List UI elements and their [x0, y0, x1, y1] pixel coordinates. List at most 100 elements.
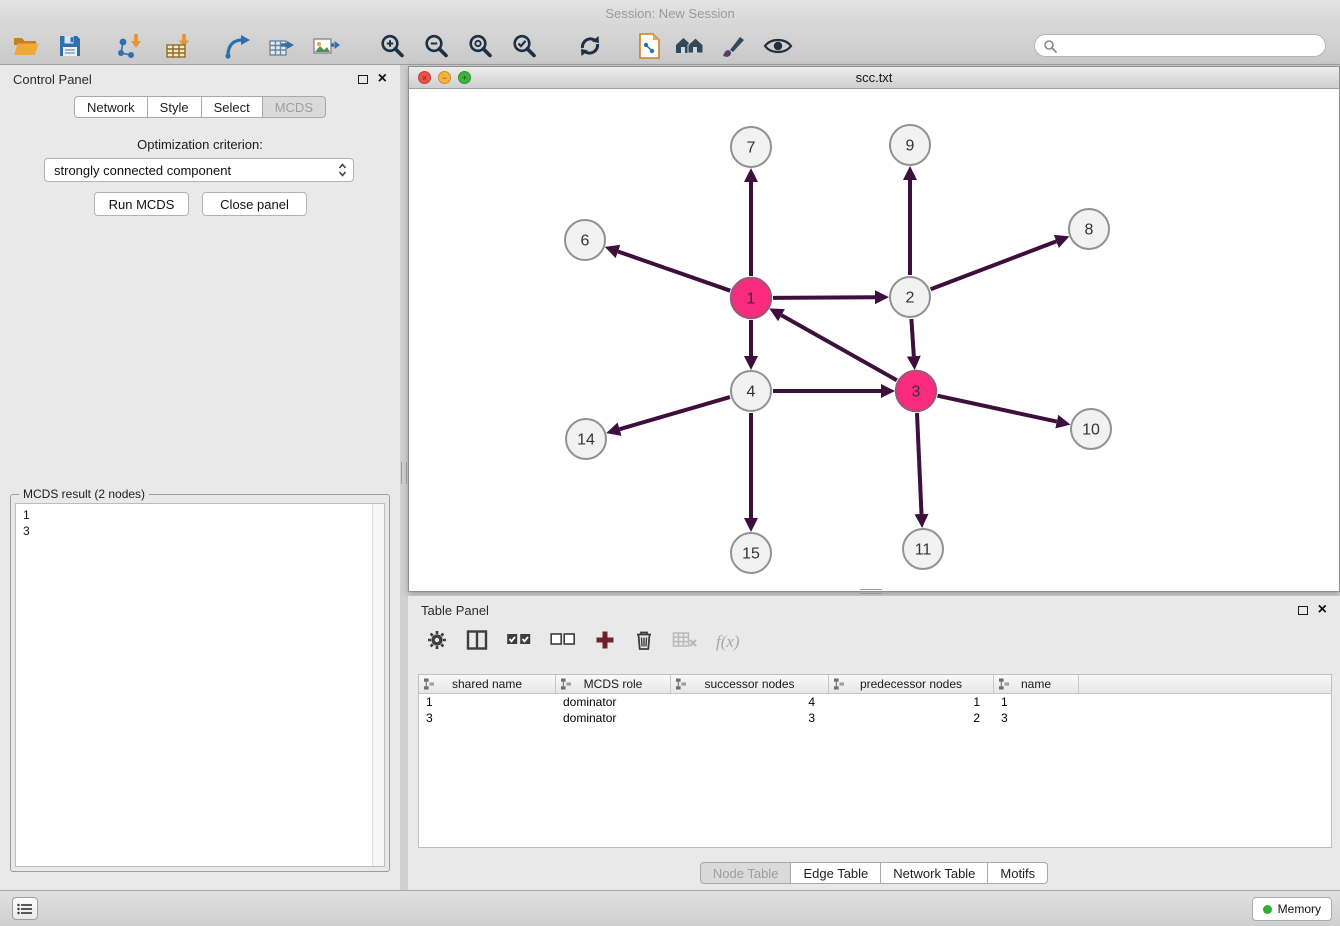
delete-table-button[interactable] [672, 630, 698, 655]
memory-button[interactable]: Memory [1252, 897, 1332, 921]
close-window-icon[interactable]: × [418, 71, 431, 84]
table-cell[interactable]: dominator [556, 710, 671, 726]
graph-edge-1-6[interactable] [618, 252, 730, 291]
network-canvas[interactable]: 7 9 6 8 1 2 4 3 14 10 15 11 [409, 89, 1339, 591]
table-tab-edge-table[interactable]: Edge Table [791, 862, 881, 884]
graph-node-8[interactable]: 8 [1069, 209, 1109, 249]
export-table-button[interactable] [266, 30, 298, 62]
graph-node-7[interactable]: 7 [731, 127, 771, 167]
tab-network[interactable]: Network [74, 96, 148, 118]
table-tab-motifs[interactable]: Motifs [988, 862, 1048, 884]
memory-label: Memory [1278, 902, 1321, 916]
search-box[interactable] [1034, 34, 1326, 57]
graphics-details-button[interactable] [762, 30, 794, 62]
export-network-button[interactable] [222, 30, 254, 62]
eye-icon [763, 35, 793, 57]
open-session-button[interactable] [10, 30, 42, 62]
mcds-result-text[interactable]: 1 3 [15, 503, 385, 867]
graph-edge-1-2[interactable] [773, 297, 875, 298]
tab-mcds[interactable]: MCDS [263, 96, 326, 118]
minimize-window-icon[interactable]: − [438, 71, 451, 84]
save-session-button[interactable] [54, 30, 86, 62]
graph-edge-3-11[interactable] [917, 413, 922, 514]
result-scrollbar[interactable] [372, 504, 384, 866]
run-mcds-button[interactable]: Run MCDS [94, 192, 189, 216]
table-cell[interactable]: 3 [994, 710, 1079, 726]
graph-edge-4-14[interactable] [620, 397, 730, 429]
function-builder-button[interactable]: f(x) [716, 632, 740, 652]
horizontal-splitter-grip[interactable] [860, 589, 882, 594]
graph-node-3[interactable]: 3 [896, 371, 936, 411]
table-tab-node-table[interactable]: Node Table [700, 862, 792, 884]
search-input[interactable] [1062, 39, 1317, 53]
column-header-predecessor-nodes[interactable]: predecessor nodes [829, 675, 994, 694]
zoom-window-icon[interactable]: + [458, 71, 471, 84]
graph-node-6[interactable]: 6 [565, 220, 605, 260]
open-folder-icon [12, 34, 40, 58]
delete-column-button[interactable] [634, 629, 654, 656]
zoom-fit-button[interactable] [464, 30, 496, 62]
show-columns-button[interactable] [466, 629, 488, 656]
search-icon [1043, 39, 1057, 53]
export-network-icon [224, 33, 252, 59]
graph-node-11[interactable]: 11 [903, 529, 943, 569]
status-list-button[interactable] [12, 897, 38, 920]
graph-node-2[interactable]: 2 [890, 277, 930, 317]
column-header-name[interactable]: name [994, 675, 1079, 694]
export-image-button[interactable] [310, 30, 342, 62]
graph-edge-2-8[interactable] [931, 241, 1057, 289]
zoom-in-button[interactable] [376, 30, 408, 62]
checked-boxes-icon [506, 630, 532, 650]
home-button[interactable] [674, 30, 706, 62]
zoom-selected-button[interactable] [508, 30, 540, 62]
table-cell[interactable]: 1 [419, 694, 556, 710]
close-panel-icon[interactable]: × [378, 73, 387, 85]
table-row[interactable]: 3dominator323 [419, 710, 1331, 726]
graph-node-14[interactable]: 14 [566, 419, 606, 459]
network-graph[interactable]: 7 9 6 8 1 2 4 3 14 10 15 11 [409, 89, 1339, 592]
graph-node-4[interactable]: 4 [731, 371, 771, 411]
table-cell[interactable]: dominator [556, 694, 671, 710]
deselect-all-button[interactable] [550, 630, 576, 655]
table-cell[interactable]: 4 [671, 694, 829, 710]
float-panel-icon[interactable] [358, 75, 368, 84]
table-cell[interactable]: 1 [829, 694, 994, 710]
control-panel-tabs: NetworkStyleSelectMCDS [0, 96, 400, 118]
close-table-panel-icon[interactable]: × [1318, 604, 1327, 616]
zoom-out-button[interactable] [420, 30, 452, 62]
graph-edge-3-10[interactable] [938, 396, 1057, 422]
paint-brush-icon [720, 33, 748, 59]
add-column-button[interactable] [594, 629, 616, 656]
table-tab-network-table[interactable]: Network Table [881, 862, 988, 884]
svg-text:15: 15 [742, 546, 760, 563]
import-network-button[interactable] [114, 30, 146, 62]
network-window-titlebar[interactable]: scc.txt × − + [409, 67, 1339, 89]
graph-node-1[interactable]: 1 [731, 278, 771, 318]
node-table-body: 1dominator4113dominator323 [419, 694, 1331, 726]
import-table-button[interactable] [162, 30, 194, 62]
graph-edge-3-1[interactable] [782, 315, 897, 380]
float-table-panel-icon[interactable] [1298, 606, 1308, 615]
column-header-successor-nodes[interactable]: successor nodes [671, 675, 829, 694]
tab-select[interactable]: Select [202, 96, 263, 118]
graph-node-9[interactable]: 9 [890, 125, 930, 165]
close-panel-button[interactable]: Close panel [202, 192, 307, 216]
table-cell[interactable]: 1 [994, 694, 1079, 710]
tab-style[interactable]: Style [148, 96, 202, 118]
graph-edge-2-3[interactable] [911, 319, 913, 356]
table-cell[interactable]: 2 [829, 710, 994, 726]
table-settings-button[interactable] [426, 629, 448, 656]
new-network-from-selection-button[interactable] [634, 30, 666, 62]
table-cell[interactable]: 3 [671, 710, 829, 726]
table-row[interactable]: 1dominator411 [419, 694, 1331, 710]
graph-node-10[interactable]: 10 [1071, 409, 1111, 449]
select-all-button[interactable] [506, 630, 532, 655]
column-header-MCDS-role[interactable]: MCDS role [556, 675, 671, 694]
table-cell[interactable]: 3 [419, 710, 556, 726]
graph-node-15[interactable]: 15 [731, 533, 771, 573]
criterion-dropdown[interactable]: strongly connected component [44, 158, 354, 182]
vertical-splitter-grip[interactable] [401, 462, 407, 484]
column-header-shared-name[interactable]: shared name [419, 675, 556, 694]
apply-style-button[interactable] [718, 30, 750, 62]
apply-layout-button[interactable] [574, 30, 606, 62]
